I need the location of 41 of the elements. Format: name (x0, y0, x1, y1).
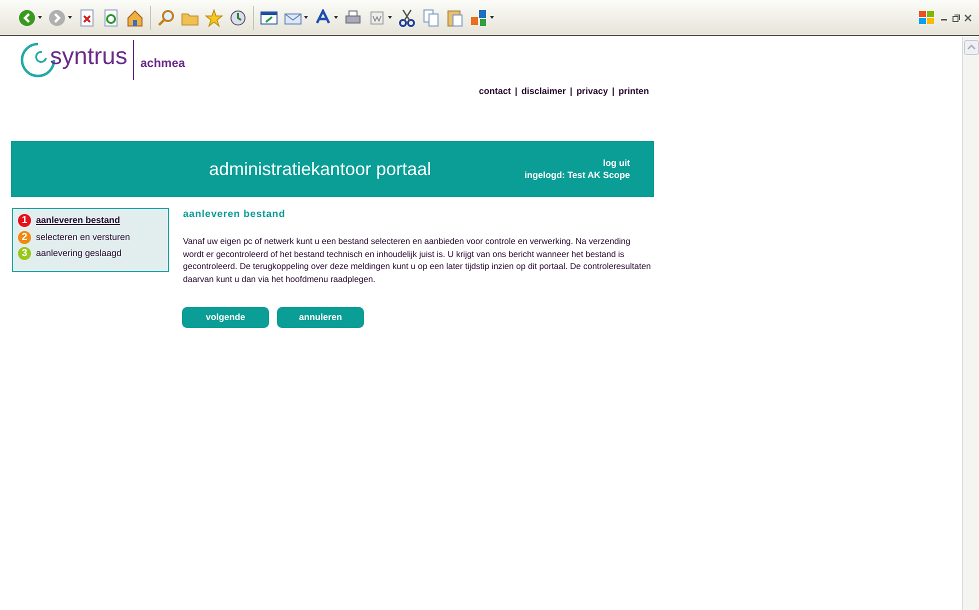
step-number: 1 (18, 214, 31, 228)
dropdown-caret-icon[interactable] (38, 16, 42, 19)
step-number: 3 (18, 247, 31, 260)
dropdown-caret-icon[interactable] (490, 16, 494, 19)
step-link[interactable]: selecteren en versturen (36, 230, 130, 244)
dropdown-caret-icon[interactable] (68, 16, 72, 19)
content-heading: aanleveren bestand (183, 208, 286, 222)
dropdown-caret-icon[interactable] (388, 16, 392, 19)
restore-icon[interactable] (952, 14, 960, 22)
link-separator: | (514, 85, 518, 98)
logged-in-label: ingelogd: Test AK Scope (524, 169, 630, 181)
dropdown-caret-icon[interactable] (334, 16, 338, 19)
window-icon[interactable] (260, 8, 278, 26)
home-icon[interactable] (126, 8, 144, 26)
star-icon[interactable] (205, 8, 223, 26)
windows-logo-icon (918, 10, 936, 26)
link-separator: | (570, 85, 572, 98)
back-icon[interactable] (18, 8, 36, 26)
paste-icon[interactable] (446, 8, 464, 26)
brand-name: syntrus (50, 45, 128, 72)
step-link[interactable]: aanleveren bestand (36, 214, 120, 228)
top-link[interactable]: printen (618, 85, 649, 141)
search-icon[interactable] (157, 8, 175, 26)
top-link[interactable]: disclaimer (521, 85, 566, 141)
top-link[interactable]: privacy (576, 85, 608, 141)
banner-title: administratiekantoor portaal (209, 158, 432, 181)
stop-icon[interactable] (78, 8, 96, 26)
close-icon[interactable] (964, 14, 972, 22)
scrollbar[interactable] (962, 37, 979, 610)
font-size-icon[interactable] (314, 8, 332, 26)
step-link[interactable]: aanlevering geslaagd (36, 247, 122, 260)
copy-icon[interactable] (422, 8, 440, 26)
dropdown-caret-icon[interactable] (304, 16, 308, 19)
printer-icon[interactable] (344, 8, 362, 26)
step-number: 2 (18, 230, 31, 244)
content-paragraph: Vanaf uw eigen pc of netwerk kunt u een bestand selecteren en aanbieden voor controle en verwerking. Na verzending wordt er gecontroleerd of het bestand technisch en inhoudelijk juist is. U krijgt van ons bericht wanneer het bestand is gecontroleerd. De terugkoppeling over deze meldingen kunt u op een later tijdstip inzien op dit portaal. De controleresultaten daarvan kunt u dan via het hoofdmenu raadplegen. (183, 235, 652, 285)
link-separator: | (612, 85, 614, 98)
partner-name: achmea (140, 55, 186, 72)
history-icon[interactable] (229, 8, 247, 26)
scissors-icon[interactable] (398, 8, 416, 26)
top-link[interactable]: contact (478, 85, 511, 141)
